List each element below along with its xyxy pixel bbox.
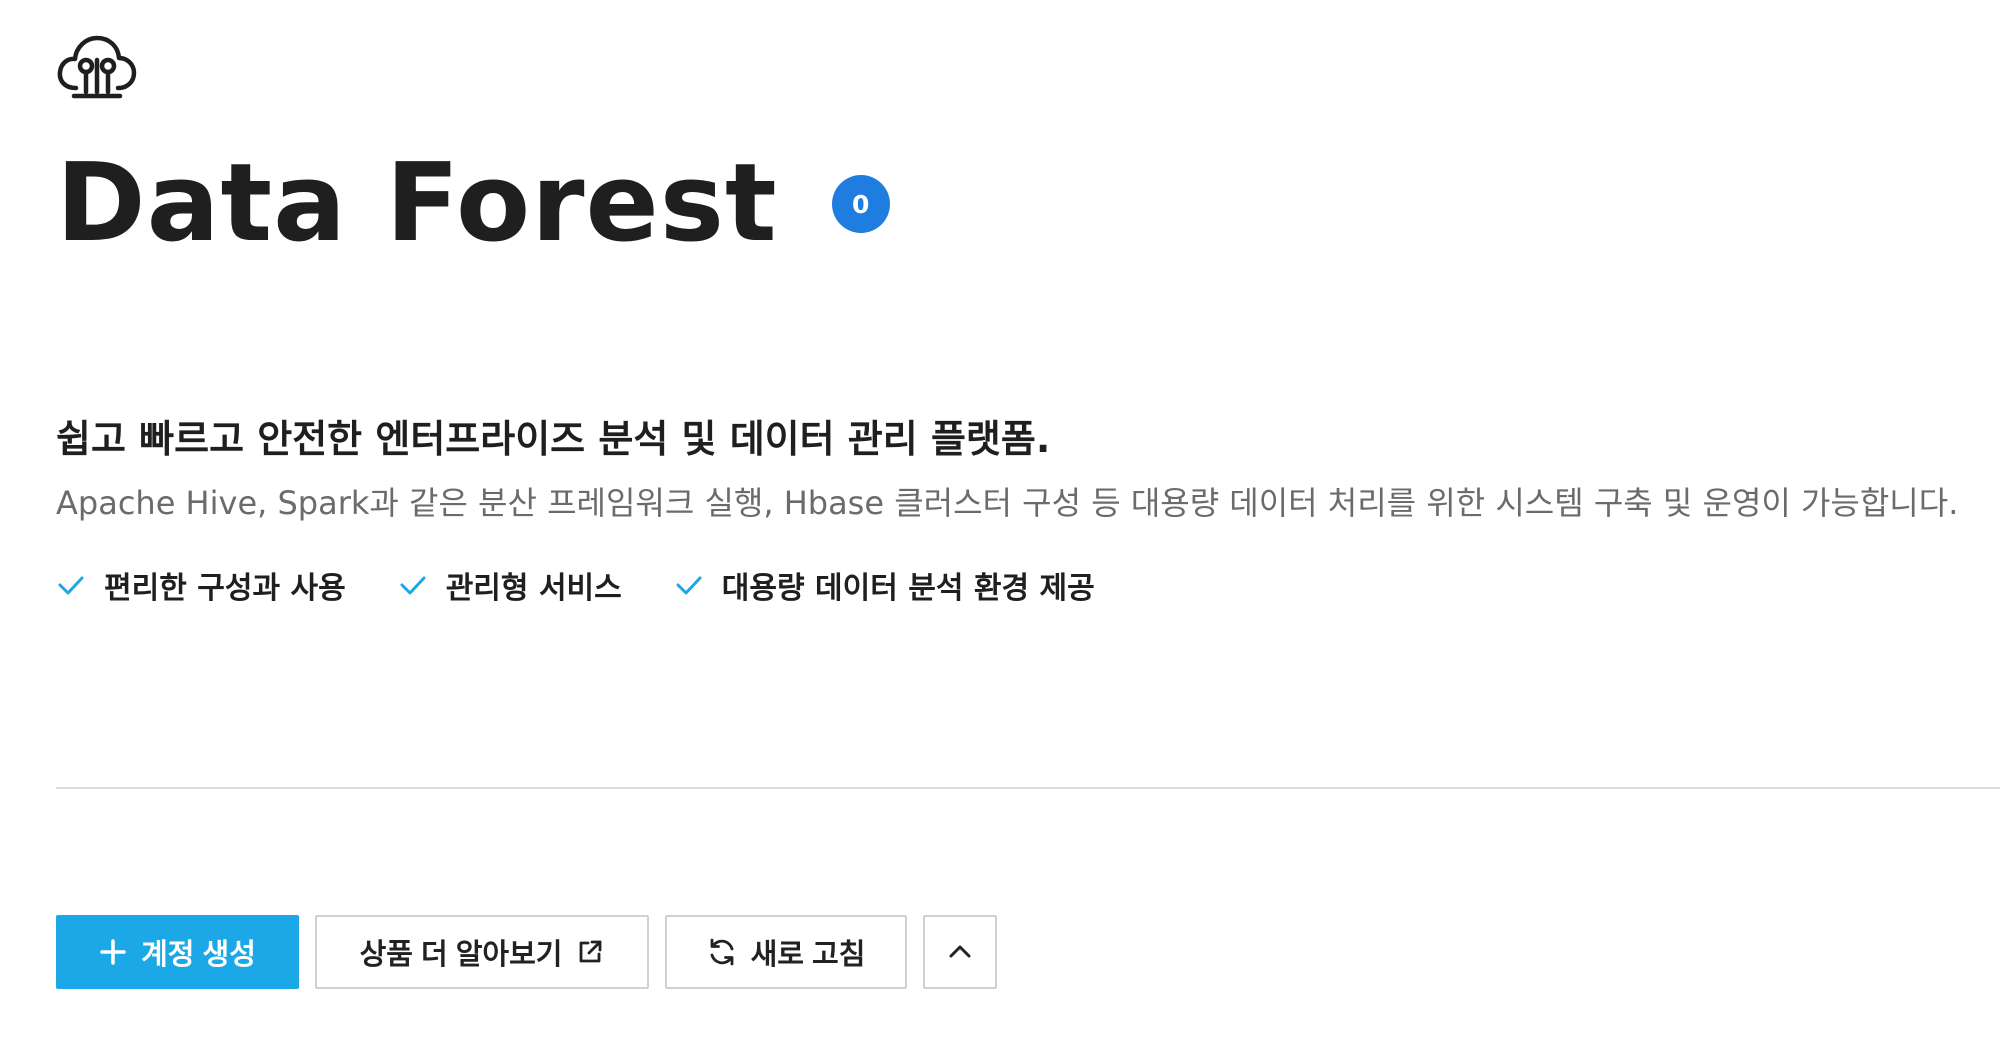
- page-title: Data Forest: [56, 141, 778, 266]
- plus-icon: [100, 939, 126, 965]
- check-icon: [676, 576, 702, 595]
- check-icon: [400, 576, 426, 595]
- section-divider: [56, 787, 2000, 789]
- learn-more-button[interactable]: 상품 더 알아보기: [315, 915, 649, 989]
- learn-more-label: 상품 더 알아보기: [359, 939, 563, 971]
- title-row: Data Forest 0: [56, 150, 890, 258]
- create-account-label: 계정 생성: [141, 939, 256, 971]
- feature-item: 대용량 데이터 분석 환경 제공: [674, 563, 1095, 607]
- count-badge: 0: [831, 175, 890, 233]
- create-account-button[interactable]: 계정 생성: [56, 915, 299, 989]
- refresh-label: 새로 고침: [750, 939, 866, 971]
- action-bar: 계정 생성 상품 더 알아보기 새로 고침: [56, 915, 1013, 989]
- product-page: Data Forest 0 쉽고 빠르고 안전한 엔터프라이즈 분석 및 데이터…: [0, 0, 2000, 1046]
- feature-label: 관리형 서비스: [445, 571, 622, 606]
- refresh-button[interactable]: 새로 고침: [665, 915, 907, 989]
- feature-label: 대용량 데이터 분석 환경 제공: [721, 571, 1095, 606]
- feature-list: 편리한 구성과 사용 관리형 서비스 대용량 데이터 분석 환경 제공: [56, 563, 1147, 607]
- chevron-up-icon: [949, 945, 971, 958]
- product-headline: 쉽고 빠르고 안전한 엔터프라이즈 분석 및 데이터 관리 플랫폼.: [56, 417, 1051, 461]
- product-description: Apache Hive, Spark과 같은 분산 프레임워크 실행, Hbas…: [56, 484, 1959, 522]
- refresh-icon: [710, 938, 734, 966]
- external-link-icon: [580, 940, 602, 963]
- feature-item: 관리형 서비스: [398, 563, 622, 607]
- feature-item: 편리한 구성과 사용: [56, 563, 346, 607]
- check-icon: [58, 576, 84, 595]
- cloud-tree-icon: [57, 35, 137, 99]
- collapse-button[interactable]: [923, 915, 997, 989]
- feature-label: 편리한 구성과 사용: [104, 571, 346, 606]
